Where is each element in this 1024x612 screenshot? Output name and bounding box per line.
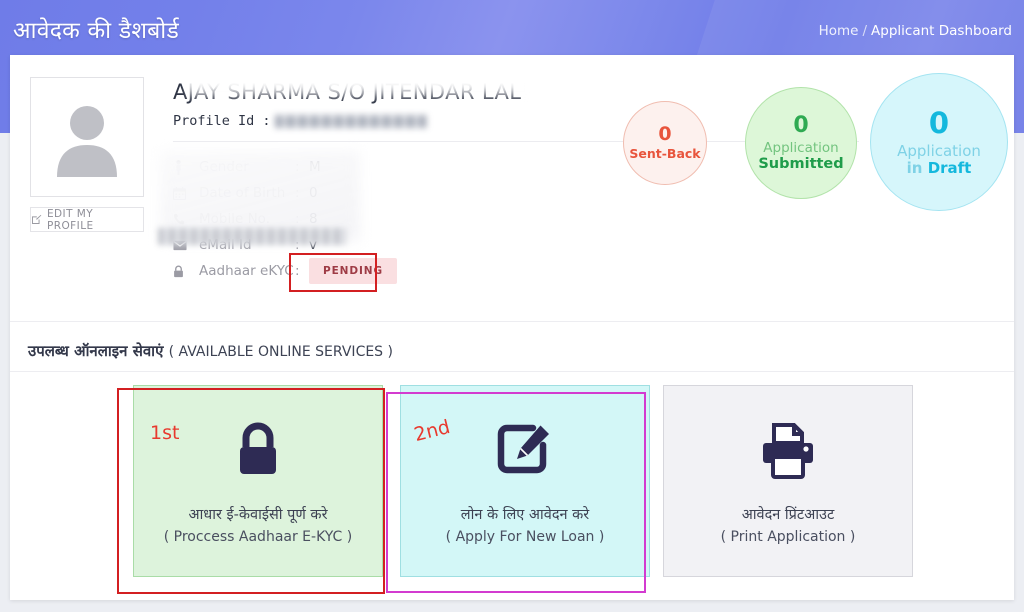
service-card-1-label-english: ( Proccess Aadhaar E-KYC ) — [163, 529, 353, 546]
application-draft-line2-word: Draft — [927, 159, 972, 178]
breadcrumb-separator: / — [862, 23, 868, 39]
application-submitted-count: 0 — [793, 113, 809, 139]
detail-label-email: eMail Id — [199, 237, 252, 253]
application-submitted-label-line1: Application — [763, 139, 839, 156]
edit-square-icon — [496, 413, 554, 479]
edit-my-profile-button[interactable]: EDIT MY PROFILE — [30, 207, 144, 232]
profile-id-redaction — [274, 114, 427, 128]
user-avatar-icon — [57, 106, 117, 177]
status-badge: PENDING — [309, 258, 397, 284]
service-card-2-label-hindi: लोन के लिए आवेदन करे — [460, 507, 590, 524]
detail-row-gender: Gender : M — [173, 154, 397, 180]
avatar — [30, 77, 144, 197]
application-draft-count: 0 — [928, 105, 950, 140]
envelope-icon — [173, 240, 199, 251]
detail-row-mobile: Mobile No. : 8 — [173, 206, 397, 232]
phone-icon — [173, 213, 199, 226]
lock-icon — [173, 265, 199, 278]
status-circle-sent-back[interactable]: 0 Sent-Back — [623, 101, 707, 185]
profile-id-row: Profile Id : — [173, 113, 613, 131]
applicant-dashboard-page: आवेदक की डैशबोर्ड Home / Applicant Dashboa… — [0, 0, 1024, 612]
detail-value-mobile: 8 — [309, 211, 318, 227]
profile-id-label: Profile Id : — [173, 113, 271, 129]
pencil-square-icon — [32, 214, 42, 224]
edit-my-profile-label: EDIT MY PROFILE — [46, 207, 94, 232]
detail-value-dob: 0 — [309, 185, 318, 201]
person-name-wrapper: AJAY SHARMA S/O JITENDAR LAL — [173, 79, 613, 106]
detail-label-gender: Gender — [199, 159, 249, 175]
dashboard-panel: EDIT MY PROFILE AJAY SHARMA S/O JITENDAR… — [10, 55, 1014, 600]
services-section-title: उपलब्ध ऑनलाइन सेवाएं ( AVAILABLE ONLINE … — [28, 341, 393, 361]
service-card-print-application[interactable]: आवेदन प्रिंटआउट ( Print Application ) — [663, 385, 913, 577]
detail-label-mobile: Mobile No. — [199, 211, 270, 227]
page-title: आवेदक की डैशबोर्ड — [13, 18, 179, 44]
breadcrumb-home-link[interactable]: Home — [819, 23, 859, 39]
detail-row-email: eMail Id : v — [173, 232, 397, 258]
detail-colon-ekyc: : — [295, 263, 300, 279]
detail-row-dob: Date of Birth : 0 — [173, 180, 397, 206]
sent-back-count: 0 — [658, 123, 672, 146]
detail-value-gender: M — [309, 159, 321, 175]
lock-icon — [233, 413, 283, 479]
service-card-1-label-hindi: आधार ई-केवाईसी पूर्ण करे — [188, 507, 328, 524]
services-title-english: ( AVAILABLE ONLINE SERVICES ) — [168, 344, 393, 360]
application-draft-line2-prefix: in — [906, 159, 928, 178]
services-title-hindi: उपलब्ध ऑनलाइन सेवाएं — [28, 342, 169, 360]
breadcrumb: Home / Applicant Dashboard — [819, 23, 1012, 39]
sent-back-label: Sent-Back — [629, 146, 701, 162]
detail-value-email: v — [309, 237, 317, 253]
application-draft-label-line1: Application — [897, 141, 981, 160]
status-circles: 0 Sent-Back 0 Application Submitted 0 Ap… — [606, 73, 1008, 233]
person-name: AJAY SHARMA S/O JITENDAR LAL — [173, 80, 522, 104]
service-card-3-label-english: ( Print Application ) — [720, 529, 856, 546]
detail-label-ekyc: Aadhaar eKYC — [199, 263, 294, 279]
detail-colon-dob: : — [295, 185, 300, 201]
avatar-column: EDIT MY PROFILE — [30, 77, 150, 232]
detail-label-dob: Date of Birth — [199, 185, 286, 201]
service-card-2-label-english: ( Apply For New Loan ) — [445, 529, 605, 546]
calendar-icon — [173, 186, 199, 200]
service-card-apply-for-new-loan[interactable]: लोन के लिए आवेदन करे ( Apply For New Loa… — [400, 385, 650, 577]
application-submitted-label-line2: Submitted — [758, 156, 844, 173]
service-cards: आधार ई-केवाईसी पूर्ण करे ( Proccess Aadh… — [10, 385, 1014, 585]
printer-icon — [758, 413, 818, 480]
breadcrumb-current: Applicant Dashboard — [871, 23, 1012, 39]
profile-details-list: Gender : M Date of Birth : 0 Mobile No. … — [173, 154, 397, 284]
detail-colon-gender: : — [295, 159, 300, 175]
service-card-process-aadhaar-ekyc[interactable]: आधार ई-केवाईसी पूर्ण करे ( Proccess Aadh… — [133, 385, 383, 577]
person-icon — [173, 159, 199, 175]
detail-value-ekyc: PENDING — [309, 258, 397, 284]
profile-section: EDIT MY PROFILE AJAY SHARMA S/O JITENDAR… — [10, 55, 1014, 300]
application-draft-label-line2: in Draft — [907, 160, 972, 177]
services-divider-bottom — [10, 371, 1014, 372]
services-divider-top — [10, 321, 1014, 322]
service-card-3-label-hindi: आवेदन प्रिंटआउट — [741, 507, 835, 524]
detail-row-ekyc: Aadhaar eKYC : PENDING — [173, 258, 397, 284]
detail-colon-mobile: : — [295, 211, 300, 227]
detail-colon-email: : — [295, 237, 300, 253]
status-circle-application-submitted[interactable]: 0 Application Submitted — [745, 87, 857, 199]
status-circle-application-in-draft[interactable]: 0 Application in Draft — [870, 73, 1008, 211]
profile-info-column: AJAY SHARMA S/O JITENDAR LAL Profile Id … — [173, 79, 613, 131]
